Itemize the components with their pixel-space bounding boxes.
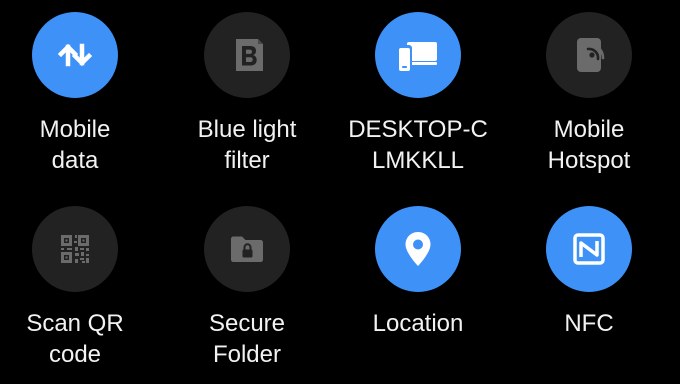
hotspot-icon xyxy=(577,38,605,72)
blue-light-filter-toggle[interactable] xyxy=(204,12,290,98)
nfc-icon xyxy=(573,233,605,265)
mobile-data-toggle[interactable] xyxy=(32,12,118,98)
scan-qr-code-toggle[interactable] xyxy=(32,206,118,292)
secure-folder-label: Secure Folder xyxy=(208,310,286,368)
tile-secure-folder[interactable]: Secure Folder xyxy=(161,206,333,370)
tile-desktop-connect[interactable]: DESKTOP-C LMKKLL xyxy=(332,12,504,176)
secure-folder-toggle[interactable] xyxy=(204,206,290,292)
qr-code-icon xyxy=(61,235,89,263)
tile-blue-light-filter[interactable]: Blue light filter xyxy=(161,12,333,176)
scan-qr-code-label: Scan QR code xyxy=(26,310,124,368)
tile-mobile-hotspot[interactable]: Mobile Hotspot xyxy=(503,12,675,176)
quick-settings-grid: Mobile data Blue light filter DESKTOP-C … xyxy=(0,0,680,384)
mobile-data-label: Mobile data xyxy=(39,116,111,174)
desktop-connect-label: DESKTOP-C LMKKLL xyxy=(348,116,488,174)
tile-location[interactable]: Location xyxy=(332,206,504,339)
desktop-connect-toggle[interactable] xyxy=(375,12,461,98)
tile-nfc[interactable]: NFC xyxy=(503,206,675,339)
location-pin-icon xyxy=(405,232,431,266)
mobile-hotspot-label: Mobile Hotspot xyxy=(547,116,631,174)
tile-mobile-data[interactable]: Mobile data xyxy=(0,12,161,176)
location-label: Location xyxy=(372,310,464,337)
folder-lock-icon xyxy=(231,236,263,262)
tile-scan-qr-code[interactable]: Scan QR code xyxy=(0,206,161,370)
nfc-toggle[interactable] xyxy=(546,206,632,292)
location-toggle[interactable] xyxy=(375,206,461,292)
mobile-hotspot-toggle[interactable] xyxy=(546,12,632,98)
devices-icon xyxy=(396,42,437,73)
nfc-label: NFC xyxy=(564,310,614,337)
b-letter-icon xyxy=(236,39,263,71)
blue-light-filter-label: Blue light filter xyxy=(197,116,297,174)
up-down-arrows-icon xyxy=(57,43,93,67)
